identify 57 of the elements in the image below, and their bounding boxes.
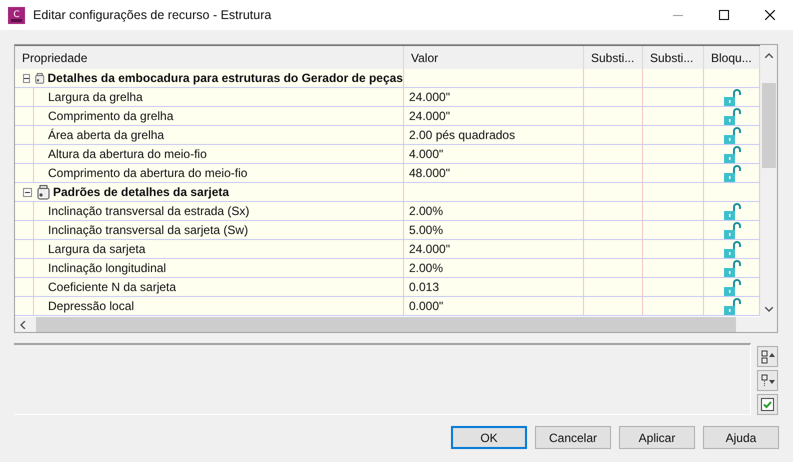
group-title: Detalhes da embocadura para estruturas do Gerador de peças <box>48 70 403 87</box>
window-title: Editar configurações de recurso - Estrutura <box>33 6 272 24</box>
collapse-all-icon <box>760 374 774 388</box>
collapse-all-button[interactable] <box>757 370 778 391</box>
property-value[interactable]: 24.000" <box>409 107 450 125</box>
property-name: Inclinação transversal da estrada (Sx) <box>48 203 250 220</box>
property-name: Largura da sarjeta <box>48 241 146 258</box>
property-value[interactable]: 2.00% <box>409 202 444 220</box>
property-name: Área aberta da grelha <box>48 127 164 144</box>
vertical-scrollbar[interactable] <box>760 45 777 332</box>
dialog-button[interactable]: Aplicar <box>619 426 695 449</box>
scroll-down-icon[interactable] <box>764 307 772 312</box>
property-value[interactable]: 2.00 pés quadrados <box>409 126 516 144</box>
unlocked-padlock-icon[interactable] <box>722 260 740 276</box>
group-title: Padrões de detalhes da sarjeta <box>53 184 230 201</box>
close-icon[interactable] <box>765 10 775 20</box>
unlocked-padlock-icon[interactable] <box>722 240 740 258</box>
unlocked-padlock-icon[interactable] <box>722 108 740 124</box>
unlocked-padlock-icon[interactable] <box>722 222 740 238</box>
checkbox-button[interactable] <box>757 394 778 415</box>
unlocked-padlock-icon[interactable] <box>722 146 740 162</box>
property-name: Comprimento da grelha <box>48 108 174 125</box>
scrollbar-thumb[interactable] <box>762 83 776 168</box>
property-name: Coeficiente N da sarjeta <box>48 279 176 296</box>
app-icon: C <box>8 6 25 24</box>
property-value[interactable]: 0.000" <box>409 297 444 315</box>
property-value[interactable]: 4.000" <box>409 145 444 163</box>
property-name: Depressão local <box>48 298 134 315</box>
dialog-button[interactable]: Ajuda <box>703 426 779 449</box>
scroll-left-icon[interactable] <box>20 320 26 328</box>
unlocked-padlock-icon[interactable] <box>722 88 740 106</box>
unlocked-padlock-icon[interactable] <box>722 164 740 182</box>
dialog-button[interactable]: Cancelar <box>535 426 611 449</box>
collapse-toggle[interactable] <box>23 74 30 82</box>
property-value[interactable]: 24.000" <box>409 88 450 106</box>
property-value[interactable]: 48.000" <box>409 164 450 182</box>
collapse-toggle[interactable] <box>23 188 32 196</box>
unlocked-padlock-icon[interactable] <box>722 126 740 144</box>
property-value[interactable]: 24.000" <box>409 240 450 258</box>
property-value[interactable]: 5.00% <box>409 221 444 239</box>
property-value[interactable]: 0.013 <box>409 278 440 296</box>
scroll-up-icon[interactable] <box>764 53 772 58</box>
drain-structure-icon <box>35 70 45 86</box>
dialog-button[interactable]: OK <box>451 426 527 449</box>
property-name: Inclinação longitudinal <box>48 260 166 277</box>
unlocked-padlock-icon[interactable] <box>722 202 740 220</box>
unlocked-padlock-icon[interactable] <box>722 298 740 314</box>
unlocked-padlock-icon[interactable] <box>722 278 740 296</box>
property-name: Altura da abertura do meio-fio <box>48 146 207 163</box>
property-value[interactable]: 2.00% <box>409 259 444 277</box>
drain-structure-icon <box>37 184 50 200</box>
expand-all-button[interactable] <box>757 346 778 367</box>
checkbox-icon <box>761 398 774 411</box>
property-name: Comprimento da abertura do meio-fio <box>48 165 248 182</box>
expand-all-icon <box>760 350 774 364</box>
property-name: Largura da grelha <box>48 89 143 106</box>
property-name: Inclinação transversal da sarjeta (Sw) <box>48 222 248 239</box>
